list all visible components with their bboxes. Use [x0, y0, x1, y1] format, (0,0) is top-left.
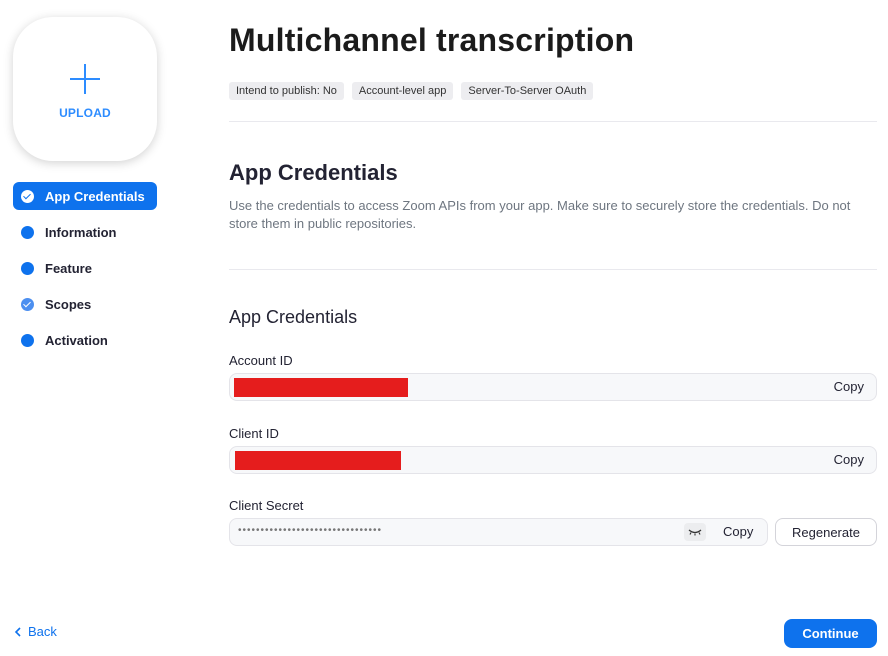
tag-oauth-type: Server-To-Server OAuth: [461, 82, 594, 100]
tag-publish: Intend to publish: No: [229, 82, 344, 100]
app-tags: Intend to publish: No Account-level app …: [229, 82, 877, 100]
divider: [229, 269, 877, 270]
client-secret-masked: ••••••••••••••••••••••••••••••••: [238, 525, 383, 536]
main-content: Multichannel transcription Intend to pub…: [229, 0, 877, 546]
copy-client-id-button[interactable]: Copy: [834, 447, 864, 473]
upload-label: UPLOAD: [59, 106, 111, 120]
sidebar-item-label: Feature: [45, 260, 92, 276]
redacted-value: [234, 378, 408, 397]
eye-closed-icon[interactable]: [684, 523, 706, 541]
check-circle-icon: [21, 297, 34, 311]
client-id-group: Client ID Copy: [229, 426, 877, 474]
check-circle-icon: [21, 189, 34, 203]
sidebar-item-app-credentials[interactable]: App Credentials: [13, 182, 157, 210]
page-title: Multichannel transcription: [229, 22, 635, 58]
upload-button[interactable]: UPLOAD: [13, 17, 157, 161]
back-button[interactable]: Back: [14, 624, 57, 639]
dot-icon: [21, 225, 34, 239]
sidebar-item-information[interactable]: Information: [13, 218, 157, 246]
sidebar-item-label: Information: [45, 224, 117, 240]
sidebar-item-label: Scopes: [45, 296, 92, 312]
sidebar-item-label: App Credentials: [45, 188, 145, 204]
credentials-title: App Credentials: [229, 307, 358, 327]
sidebar-item-activation[interactable]: Activation: [13, 326, 157, 354]
tag-account-level: Account-level app: [351, 82, 454, 100]
client-id-field[interactable]: Copy: [229, 446, 877, 474]
client-secret-field[interactable]: •••••••••••••••••••••••••••••••• Copy: [229, 518, 768, 546]
account-id-label: Account ID: [229, 353, 293, 368]
copy-client-secret-button[interactable]: Copy: [723, 519, 753, 545]
sidebar-item-label: Activation: [45, 332, 108, 348]
divider: [229, 121, 877, 122]
account-id-field[interactable]: Copy: [229, 373, 877, 401]
regenerate-button[interactable]: Regenerate: [775, 518, 877, 546]
continue-button[interactable]: Continue: [784, 619, 877, 648]
plus-icon: [70, 64, 100, 94]
back-label: Back: [28, 624, 57, 639]
dot-icon: [21, 333, 34, 347]
client-id-label: Client ID: [229, 426, 279, 441]
copy-account-id-button[interactable]: Copy: [834, 374, 864, 400]
client-secret-group: Client Secret ••••••••••••••••••••••••••…: [229, 498, 877, 546]
sidebar-item-feature[interactable]: Feature: [13, 254, 157, 282]
dot-icon: [21, 261, 34, 275]
section-description: Use the credentials to access Zoom APIs …: [229, 198, 851, 231]
chevron-left-icon: [14, 626, 21, 637]
redacted-value: [235, 451, 401, 470]
client-secret-label: Client Secret: [229, 498, 304, 513]
sidebar-nav: App Credentials Information Feature Scop…: [13, 182, 157, 362]
sidebar-item-scopes[interactable]: Scopes: [13, 290, 157, 318]
section-title: App Credentials: [229, 160, 398, 185]
account-id-group: Account ID Copy: [229, 353, 877, 401]
